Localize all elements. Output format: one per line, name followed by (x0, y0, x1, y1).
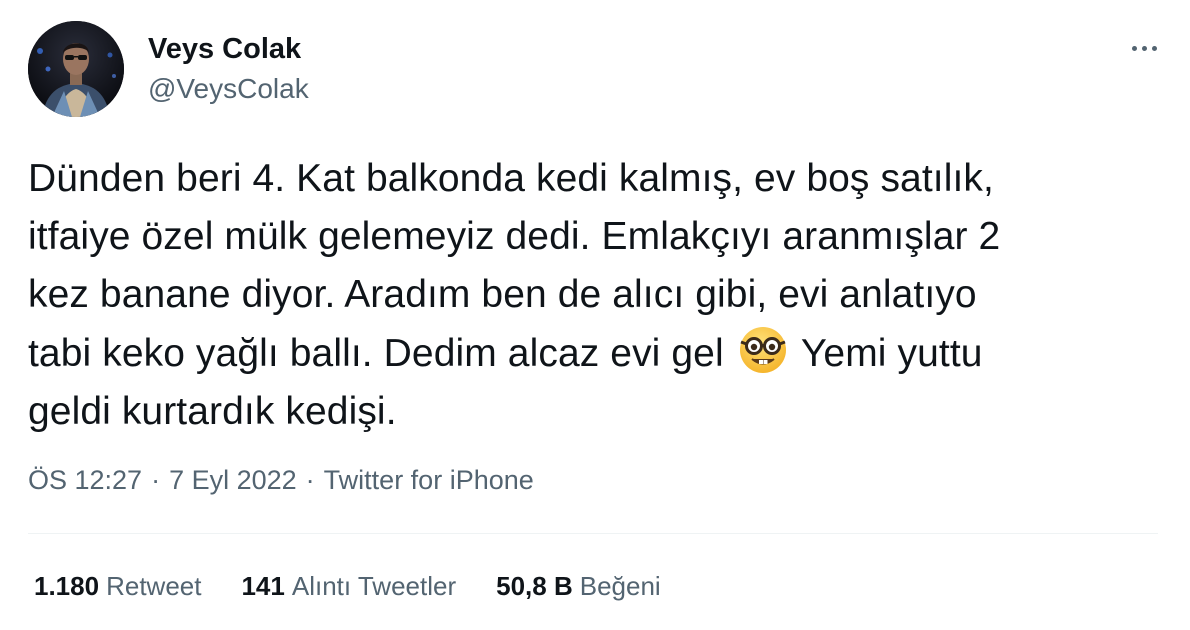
quote-label: Alıntı Tweetler (291, 571, 457, 601)
retweet-count: 1.180 (34, 571, 100, 601)
quote-count: 141 (241, 571, 285, 601)
retweets-stat[interactable]: 1.180 Retweet (34, 568, 201, 604)
display-name[interactable]: Veys Colak (148, 31, 309, 67)
meta-separator: · (151, 465, 161, 495)
more-horizontal-icon (1131, 45, 1137, 51)
quote-tweets-stat[interactable]: 141 Alıntı Tweetler (241, 568, 456, 604)
tweet-date[interactable]: 7 Eyl 2022 (169, 462, 297, 498)
like-count: 50,8 B (496, 571, 573, 601)
user-handle[interactable]: @VeysColak (148, 71, 309, 107)
tweet-source[interactable]: Twitter for iPhone (324, 462, 534, 498)
avatar-photo (28, 21, 124, 117)
tweet-metadata: ÖS 12:27 · 7 Eyl 2022 · Twitter for iPho… (28, 462, 534, 498)
more-horizontal-icon (1151, 45, 1157, 51)
more-options-button[interactable] (1122, 28, 1166, 68)
tweet-stats: 1.180 Retweet 141 Alıntı Tweetler 50,8 B Be… (34, 568, 701, 604)
retweet-label: Retweet (106, 571, 202, 601)
like-label: Beğeni (579, 571, 661, 601)
more-horizontal-icon (1141, 45, 1147, 51)
tweet-card: Veys Colak @VeysColak Dünden beri 4. Kat… (0, 0, 1190, 630)
author-names: Veys Colak @VeysColak (148, 31, 309, 107)
avatar[interactable] (28, 21, 124, 117)
meta-separator: · (305, 465, 315, 495)
divider (28, 533, 1158, 534)
tweet-text: Dünden beri 4. Kat balkonda kedi kalmış,… (28, 150, 1168, 441)
nerd-face-emoji-icon (737, 324, 789, 376)
likes-stat[interactable]: 50,8 B Beğeni (496, 568, 661, 604)
tweet-header: Veys Colak @VeysColak (28, 20, 309, 118)
tweet-time[interactable]: ÖS 12:27 (28, 462, 142, 498)
